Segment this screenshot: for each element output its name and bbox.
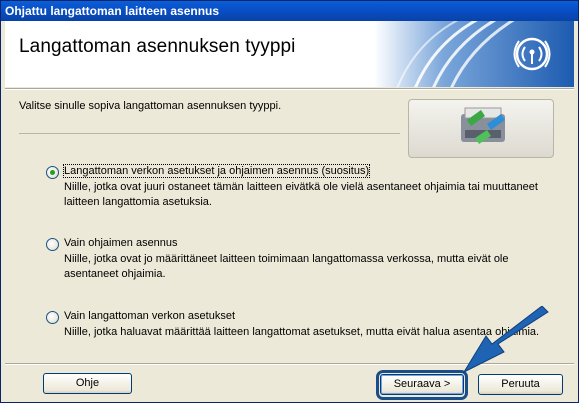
option-label[interactable]: Vain ohjaimen asennus xyxy=(64,237,178,249)
option-description: Niille, jotka ovat jo määrittäneet laitt… xyxy=(64,253,509,280)
instruction-text: Valitse sinulle sopiva langattoman asenn… xyxy=(19,100,282,112)
radio-driver-only[interactable] xyxy=(46,238,59,251)
header-divider xyxy=(5,88,574,90)
wizard-window: Ohjattu langattoman laitteen asennus Lan… xyxy=(0,0,579,403)
radio-full-setup[interactable] xyxy=(46,166,59,179)
wireless-printer-icon xyxy=(461,107,505,144)
radio-wireless-only[interactable] xyxy=(46,311,59,324)
window-title: Ohjattu langattoman laitteen asennus xyxy=(1,1,578,21)
arrow-pointer-icon xyxy=(462,306,549,374)
option-label[interactable]: Langattoman verkon asetukset ja ohjaimen… xyxy=(62,164,371,178)
option-description: Niille, jotka ovat juuri ostaneet tämän … xyxy=(64,181,538,208)
help-button[interactable]: Ohje xyxy=(43,373,132,394)
illustration-panel xyxy=(408,99,554,158)
option-label[interactable]: Vain langattoman verkon asetukset xyxy=(64,310,235,322)
wizard-header: Langattoman asennuksen tyyppi xyxy=(5,21,574,87)
next-button-highlight xyxy=(376,370,468,400)
wireless-signal-icon xyxy=(374,21,574,87)
page-title: Langattoman asennuksen tyyppi xyxy=(19,36,296,57)
content-divider xyxy=(19,133,400,134)
